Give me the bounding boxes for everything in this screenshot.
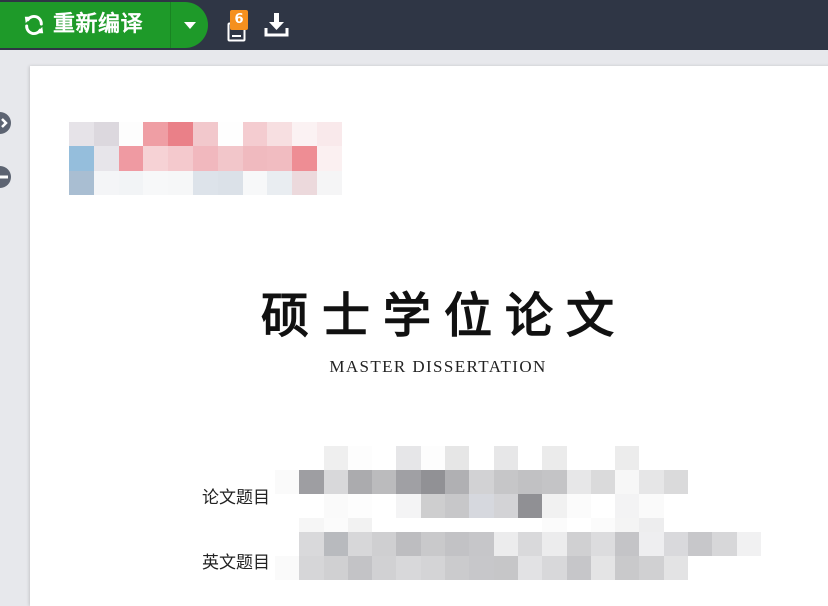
expand-panel-button[interactable] — [0, 112, 11, 134]
chevron-down-icon[interactable] — [184, 22, 196, 29]
thesis-title-label: 论文题目 — [202, 488, 270, 508]
minus-icon — [0, 175, 8, 179]
thesis-title-cn: 硕士学位论文 — [260, 288, 627, 344]
download-button[interactable] — [263, 12, 291, 38]
english-title-label: 英文题目 — [202, 553, 270, 573]
collapse-panel-button[interactable] — [0, 166, 11, 188]
refresh-icon — [24, 15, 44, 35]
chevron-right-icon — [1, 118, 8, 128]
redacted-english-title — [275, 532, 761, 580]
recompile-button[interactable]: 重新编译 — [0, 2, 208, 48]
logs-button[interactable]: 6 — [225, 10, 251, 42]
logs-badge: 6 — [230, 10, 248, 30]
download-icon — [264, 13, 289, 37]
toolbar: 重新编译 6 — [0, 0, 828, 50]
divider — [170, 2, 171, 48]
recompile-label: 重新编译 — [53, 12, 144, 37]
redacted-logo — [69, 122, 342, 195]
thesis-title-en: MASTER DISSERTATION — [329, 357, 547, 376]
pdf-page: 硕士学位论文 MASTER DISSERTATION 论文题目 英文题目 — [30, 66, 828, 606]
redacted-thesis-title — [275, 446, 761, 542]
